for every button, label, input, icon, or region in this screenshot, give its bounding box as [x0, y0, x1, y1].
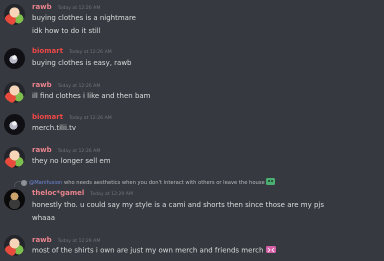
username[interactable]: biomart: [32, 113, 63, 121]
avatar[interactable]: [4, 189, 25, 210]
message-text: buying clothes is a nightmare: [32, 14, 136, 22]
reply-avatar: [21, 179, 27, 186]
username[interactable]: rawb: [32, 81, 52, 89]
timestamp: Today at 12:26 AM: [69, 50, 112, 55]
avatar[interactable]: [4, 114, 25, 135]
avatar[interactable]: [4, 48, 25, 69]
reply-reference[interactable]: @Manifusion who needs aesthetics when yo…: [21, 178, 276, 187]
timestamp: Today at 12:26 AM: [57, 6, 101, 11]
username[interactable]: theloc*gamel: [32, 189, 84, 197]
message-text: whaaa: [32, 214, 56, 222]
avatar[interactable]: [4, 235, 25, 256]
username[interactable]: rawb: [32, 236, 52, 244]
message-text: buying clothes is easy, rawb: [32, 59, 132, 67]
timestamp: Today at 12:26 AM: [57, 84, 101, 89]
avatar[interactable]: [4, 147, 25, 168]
message-link[interactable]: merch.tilii.tv: [32, 124, 76, 132]
username[interactable]: biomart: [32, 47, 63, 55]
timestamp: Today at 12:29 AM: [90, 192, 133, 197]
timestamp: Today at 12:29 AM: [57, 239, 101, 244]
username[interactable]: rawb: [32, 146, 52, 154]
message-text: ill find clothes i like and then bam: [32, 92, 151, 100]
green-pepe-emoji-icon: [266, 178, 276, 187]
message-text: idk how to do it still: [32, 27, 101, 35]
message-text: they no longer sell em: [32, 157, 111, 165]
message-text: most of the shirts i own are just my own…: [32, 246, 264, 255]
avatar[interactable]: [4, 82, 25, 103]
pink-emoji-icon: [265, 246, 276, 255]
timestamp: Today at 12:26 AM: [69, 116, 112, 121]
avatar[interactable]: [4, 4, 25, 25]
username[interactable]: rawb: [32, 3, 52, 11]
timestamp: Today at 12:26 AM: [57, 149, 101, 154]
message-text: honestly tho. u could say my style is a …: [32, 201, 324, 209]
reply-text: who needs aesthetics when you don't inte…: [63, 180, 265, 186]
reply-mention[interactable]: @Manifusion: [29, 180, 62, 186]
